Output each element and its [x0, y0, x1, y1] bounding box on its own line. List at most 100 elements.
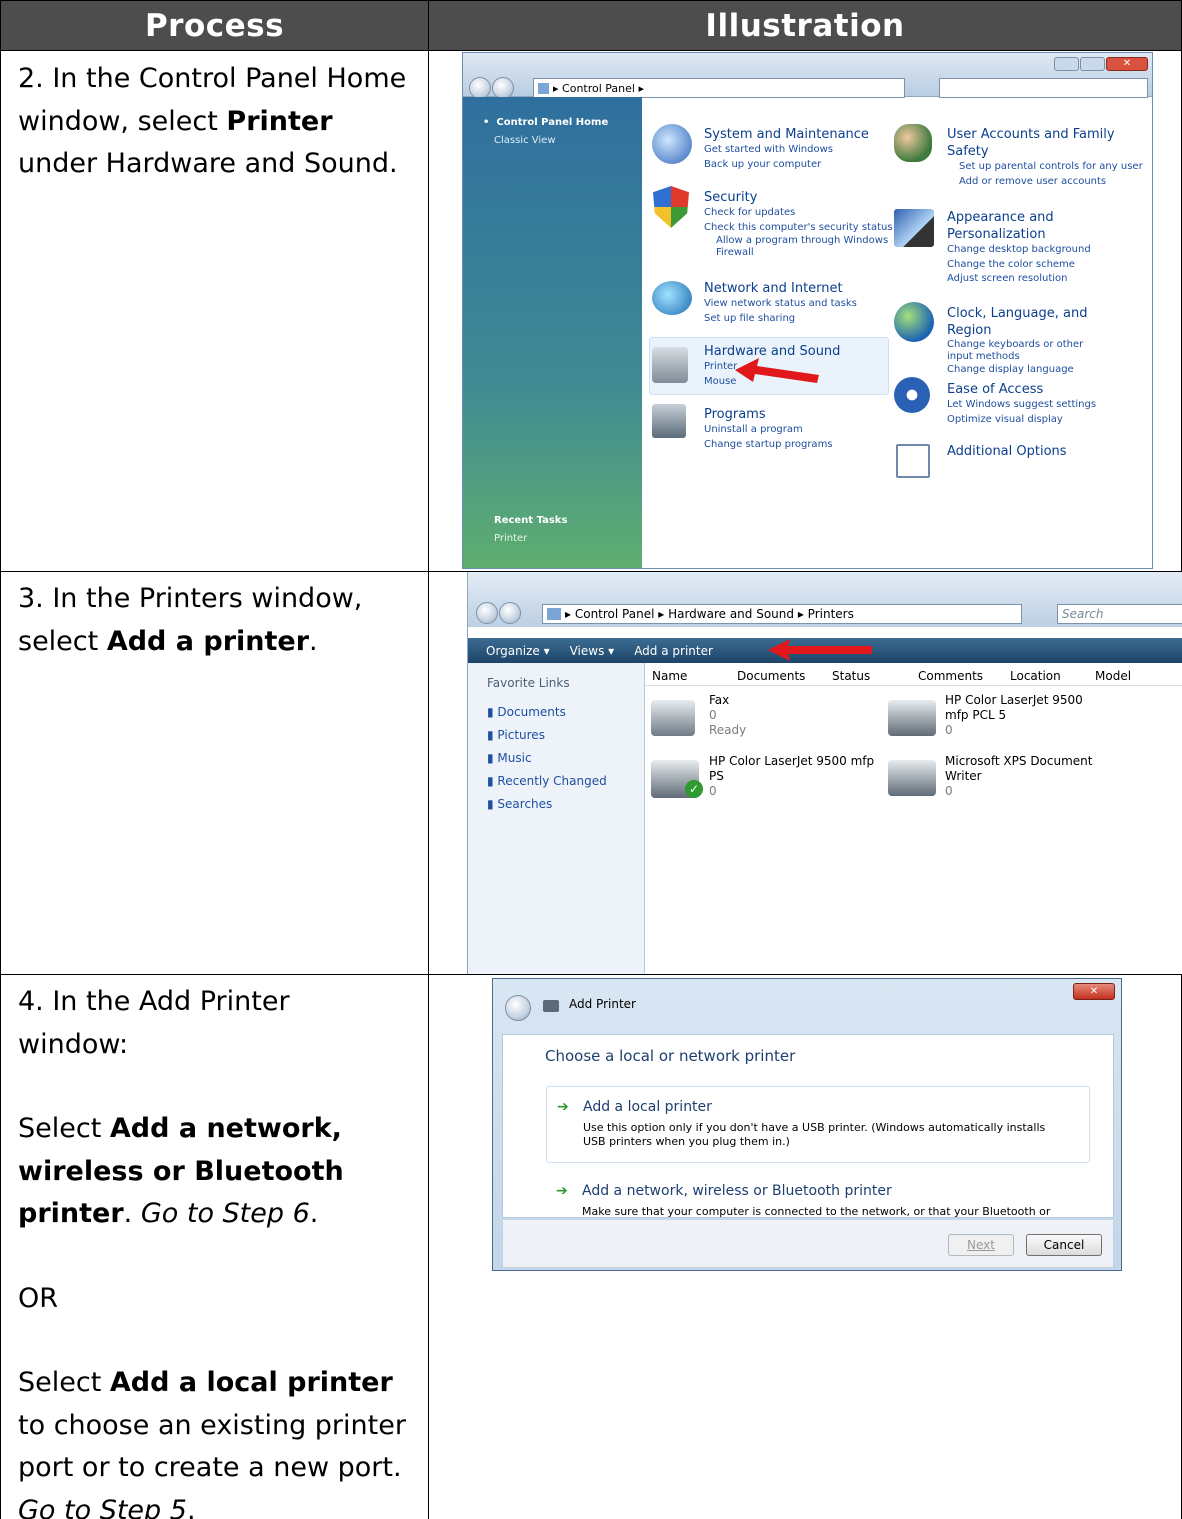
header-illustration: Illustration: [428, 0, 1182, 51]
printer-name: Fax: [709, 693, 730, 707]
cat-link[interactable]: Optimize visual display: [947, 413, 1096, 428]
col-model[interactable]: Model: [1095, 669, 1131, 683]
printers-navbar: ▸ Control Panel ▸ Hardware and Sound ▸ P…: [468, 572, 1182, 627]
cp-recent-task-printer[interactable]: Printer: [494, 533, 527, 544]
step-2-text: 2. In the Control Panel Home window, sel…: [0, 51, 429, 572]
crumb-printers[interactable]: Printers: [808, 607, 854, 621]
cp-search-input[interactable]: [939, 78, 1148, 98]
clock-globe-icon: [894, 302, 934, 342]
cp-classic-view-link[interactable]: Classic View: [494, 135, 556, 146]
step-2-intro: 2. In the Control Panel Home window, sel…: [18, 63, 407, 137]
crumb-hardware-sound[interactable]: Hardware and Sound: [668, 607, 794, 621]
cp-window-controls: ✕: [1054, 57, 1148, 71]
forward-icon[interactable]: [499, 602, 521, 624]
back-icon[interactable]: [505, 995, 531, 1021]
control-panel-icon: [538, 82, 549, 94]
printer-item-hp-ps[interactable]: HP Color LaserJet 9500 mfp PS 0: [709, 754, 884, 799]
cat-title[interactable]: System and Maintenance: [704, 126, 869, 143]
back-icon[interactable]: [469, 77, 491, 99]
cat-link[interactable]: Let Windows suggest settings: [947, 398, 1096, 413]
cat-link[interactable]: Change startup programs: [704, 438, 833, 453]
printer-item-hp-pcl5[interactable]: HP Color LaserJet 9500 mfp PCL 5 0: [945, 693, 1110, 738]
step-2-tail: under Hardware and Sound.: [18, 148, 398, 179]
local-printer-option[interactable]: ➔ Add a local printer Use this option on…: [546, 1086, 1090, 1163]
cat-security: Security Check for updates Check this co…: [704, 189, 894, 259]
views-button[interactable]: Views ▾: [570, 644, 615, 658]
network-printer-title[interactable]: Add a network, wireless or Bluetooth pri…: [582, 1183, 892, 1199]
cat-link[interactable]: Adjust screen resolution: [947, 272, 1091, 287]
local-printer-title[interactable]: Add a local printer: [583, 1099, 712, 1115]
cp-home-link[interactable]: • Control Panel Home: [483, 117, 608, 128]
printer-docs: 0: [945, 784, 953, 798]
cat-link[interactable]: Get started with Windows: [704, 143, 869, 158]
printer-item-xps[interactable]: Microsoft XPS Document Writer 0: [945, 754, 1095, 799]
maximize-icon[interactable]: [1080, 57, 1105, 71]
cat-link[interactable]: Add or remove user accounts: [947, 175, 1147, 190]
cat-link[interactable]: Change desktop background: [947, 243, 1091, 258]
arrow-right-icon: ➔: [557, 1099, 569, 1115]
cat-title[interactable]: Additional Options: [947, 443, 1067, 460]
dialog-content: Choose a local or network printer ➔ Add …: [502, 1034, 1114, 1232]
cat-title[interactable]: Network and Internet: [704, 280, 857, 297]
forward-icon[interactable]: [492, 77, 514, 99]
cat-system-maintenance: System and Maintenance Get started with …: [704, 126, 869, 172]
cat-link[interactable]: Allow a program through Windows Firewall: [704, 235, 894, 259]
cat-link[interactable]: Change display language: [947, 363, 1127, 378]
cat-link[interactable]: Check for updates: [704, 206, 894, 221]
add-a-printer-button[interactable]: Add a printer: [634, 644, 713, 658]
close-icon[interactable]: ✕: [1073, 983, 1115, 1000]
cp-recent-tasks-title: Recent Tasks: [494, 515, 568, 526]
fav-music[interactable]: ▮ Music: [487, 747, 607, 770]
col-name[interactable]: Name: [652, 669, 687, 683]
cat-title[interactable]: Ease of Access: [947, 381, 1096, 398]
favorite-links-title: Favorite Links: [487, 676, 570, 690]
printer-item-fax[interactable]: Fax 0 Ready: [709, 693, 839, 738]
red-arrow-icon: [735, 358, 819, 383]
organize-button[interactable]: Organize ▾: [486, 644, 550, 658]
cat-title[interactable]: Appearance and Personalization: [947, 209, 1057, 243]
printers-search-input[interactable]: Search: [1057, 604, 1182, 624]
next-button[interactable]: Next: [948, 1234, 1014, 1256]
cat-title[interactable]: User Accounts and Family Safety: [947, 126, 1147, 160]
cp-sidebar: • Control Panel Home Classic View Recent…: [463, 97, 642, 568]
minimize-icon[interactable]: [1054, 57, 1079, 71]
cat-link[interactable]: Change the color scheme: [947, 258, 1091, 273]
cat-link[interactable]: Back up your computer: [704, 158, 869, 173]
cat-title[interactable]: Security: [704, 189, 894, 206]
col-location[interactable]: Location: [1010, 669, 1061, 683]
ease-of-access-icon: [894, 377, 930, 413]
col-comments[interactable]: Comments: [918, 669, 983, 683]
cat-link[interactable]: Uninstall a program: [704, 423, 833, 438]
control-panel-window: ✕ ▸ Control Panel ▸ • Control Panel Home…: [462, 52, 1153, 569]
programs-icon: [652, 404, 686, 438]
cat-link[interactable]: Set up file sharing: [704, 312, 857, 327]
fav-recently-changed[interactable]: ▮ Recently Changed: [487, 770, 607, 793]
step-4-period-a: .: [309, 1198, 319, 1229]
cat-link[interactable]: Check this computer's security status: [704, 221, 894, 236]
back-icon[interactable]: [476, 602, 498, 624]
fav-pictures[interactable]: ▮ Pictures: [487, 724, 607, 747]
network-globe-icon: [652, 281, 692, 315]
cat-title[interactable]: Clock, Language, and Region: [947, 305, 1127, 339]
cp-address-crumb[interactable]: Control Panel: [562, 82, 635, 95]
cat-ease-of-access: Ease of Access Let Windows suggest setti…: [947, 381, 1096, 427]
step-4-goto-6: Go to Step 6: [140, 1198, 310, 1229]
col-documents[interactable]: Documents: [737, 669, 805, 683]
cat-link[interactable]: View network status and tasks: [704, 297, 857, 312]
cat-additional-options: Additional Options: [947, 443, 1067, 460]
step-3-tail: .: [309, 625, 318, 657]
crumb-control-panel[interactable]: Control Panel: [575, 607, 655, 621]
cat-title[interactable]: Programs: [704, 406, 833, 423]
cp-address-bar[interactable]: ▸ Control Panel ▸: [533, 78, 905, 98]
printer-docs: 0: [709, 784, 717, 798]
col-status[interactable]: Status: [832, 669, 870, 683]
cat-clock-region: Clock, Language, and Region Change keybo…: [947, 305, 1127, 378]
cat-link[interactable]: Set up parental controls for any user: [947, 160, 1147, 175]
cancel-button[interactable]: Cancel: [1026, 1234, 1102, 1256]
printers-address-bar[interactable]: ▸ Control Panel ▸ Hardware and Sound ▸ P…: [542, 604, 1022, 624]
cat-link[interactable]: Change keyboards or other input methods: [947, 339, 1107, 363]
fav-documents[interactable]: ▮ Documents: [487, 701, 607, 724]
fav-searches[interactable]: ▮ Searches: [487, 793, 607, 816]
close-icon[interactable]: ✕: [1106, 57, 1148, 71]
step-4-select-a: Select: [18, 1113, 110, 1144]
